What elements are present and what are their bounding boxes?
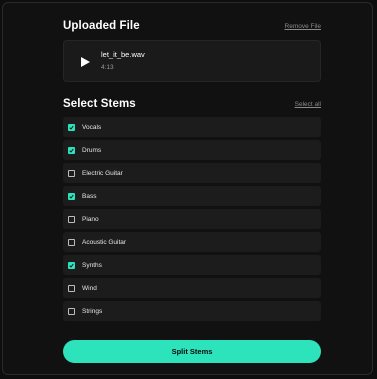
split-stems-button[interactable]: Split Stems [63,340,321,363]
stem-list: Vocals Drums Electric Guitar Bass Piano [63,117,321,324]
select-stems-header: Select Stems Select all [63,98,321,110]
checkbox[interactable] [68,169,75,177]
check-icon [69,263,74,268]
select-all-link[interactable]: Select all [295,101,321,108]
check-icon [69,125,74,130]
uploaded-file-title: Uploaded File [63,20,140,32]
stem-label: Strings [82,307,103,315]
stem-row-piano[interactable]: Piano [63,209,321,229]
stem-label: Bass [82,192,97,200]
select-stems-title: Select Stems [63,98,136,110]
stem-label: Wind [82,284,97,292]
remove-file-link[interactable]: Remove File [285,23,321,30]
stem-label: Acoustic Guitar [82,238,127,246]
stem-row-wind[interactable]: Wind [63,278,321,298]
checkbox[interactable] [68,238,75,246]
stem-label: Piano [82,215,99,223]
stem-label: Vocals [82,123,102,131]
file-duration: 4:13 [101,64,114,71]
check-icon [69,194,74,199]
stem-splitter-panel: Uploaded File Remove File let_it_be.wav … [2,2,373,375]
uploaded-file-header: Uploaded File Remove File [63,20,321,32]
checkbox[interactable] [68,192,75,200]
checkbox[interactable] [68,215,75,223]
checkbox[interactable] [68,307,75,315]
stem-row-bass[interactable]: Bass [63,186,321,206]
stem-row-strings[interactable]: Strings [63,301,321,321]
stem-row-electric-guitar[interactable]: Electric Guitar [63,163,321,183]
stem-row-synths[interactable]: Synths [63,255,321,275]
stem-row-acoustic-guitar[interactable]: Acoustic Guitar [63,232,321,252]
stem-row-vocals[interactable]: Vocals [63,117,321,137]
check-icon [69,148,74,153]
checkbox[interactable] [68,284,75,292]
file-name: let_it_be.wav [101,50,145,59]
checkbox[interactable] [68,146,75,154]
stem-label: Drums [82,146,102,154]
play-icon[interactable] [81,57,90,67]
checkbox[interactable] [68,123,75,131]
stem-label: Synths [82,261,102,269]
stem-row-drums[interactable]: Drums [63,140,321,160]
stem-label: Electric Guitar [82,169,123,177]
uploaded-file-card: let_it_be.wav 4:13 [63,40,321,82]
checkbox[interactable] [68,261,75,269]
